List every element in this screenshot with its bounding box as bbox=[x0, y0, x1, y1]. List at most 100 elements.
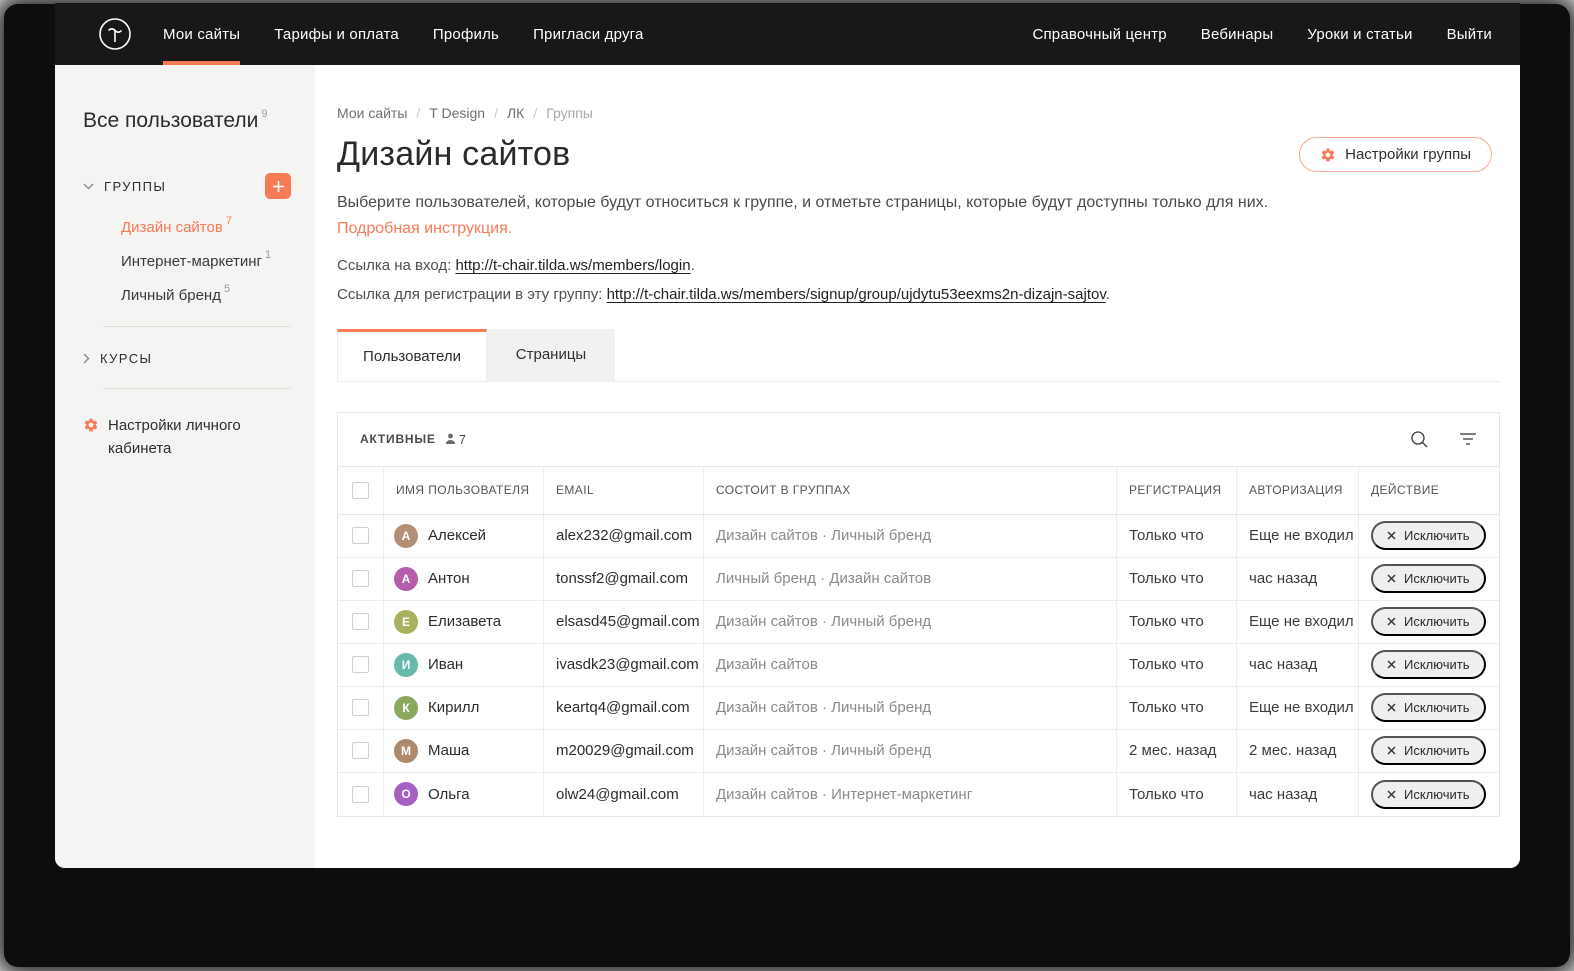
sidebar-all-users[interactable]: Все пользователи9 bbox=[83, 109, 291, 133]
exclude-button[interactable]: Исключить bbox=[1371, 521, 1486, 550]
tab-users[interactable]: Пользователи bbox=[337, 329, 487, 381]
avatar: А bbox=[394, 524, 418, 548]
exclude-label: Исключить bbox=[1404, 657, 1470, 672]
exclude-label: Исключить bbox=[1404, 571, 1470, 586]
close-icon bbox=[1387, 790, 1396, 799]
user-email: ivasdk23@gmail.com bbox=[544, 644, 704, 686]
exclude-button[interactable]: Исключить bbox=[1371, 693, 1486, 722]
nav-item-tariffs[interactable]: Тарифы и оплата bbox=[274, 3, 399, 65]
sidebar-item-group-marketing[interactable]: Интернет-маркетинг1 bbox=[121, 251, 291, 270]
group-settings-button[interactable]: Настройки группы bbox=[1299, 137, 1492, 172]
group-label: Дизайн сайтов bbox=[121, 219, 223, 236]
row-checkbox[interactable] bbox=[352, 742, 369, 759]
active-section-label: АКТИВНЫЕ bbox=[360, 432, 436, 446]
column-header-email: EMAIL bbox=[544, 467, 704, 514]
active-count: 7 bbox=[445, 432, 466, 447]
user-groups: Дизайн сайтов · Личный бренд bbox=[704, 687, 1117, 729]
signup-link-suffix: . bbox=[1106, 286, 1110, 303]
gear-icon bbox=[1320, 147, 1336, 163]
exclude-button[interactable]: Исключить bbox=[1371, 564, 1486, 593]
filter-button[interactable] bbox=[1459, 432, 1477, 446]
nav-item-logout[interactable]: Выйти bbox=[1447, 3, 1492, 65]
sidebar-item-group-design[interactable]: Дизайн сайтов7 bbox=[121, 217, 291, 236]
table-toolbar-icons bbox=[1410, 430, 1477, 449]
row-checkbox[interactable] bbox=[352, 613, 369, 630]
user-groups: Дизайн сайтов · Личный бренд bbox=[704, 730, 1117, 772]
main-content: Мои сайты / T Design / ЛК / Группы Дизай… bbox=[315, 65, 1520, 868]
exclude-label: Исключить bbox=[1404, 787, 1470, 802]
all-users-label: Все пользователи bbox=[83, 109, 258, 132]
exclude-button[interactable]: Исключить bbox=[1371, 780, 1486, 809]
add-group-button[interactable] bbox=[265, 173, 291, 199]
top-nav-bar: Мои сайты Тарифы и оплата Профиль Пригла… bbox=[55, 3, 1520, 65]
nav-item-lessons[interactable]: Уроки и статьи bbox=[1307, 3, 1412, 65]
user-name: Ольга bbox=[428, 786, 470, 803]
account-settings-label: Настройки личного кабинета bbox=[108, 415, 283, 460]
user-groups: Дизайн сайтов bbox=[704, 644, 1117, 686]
app-window: Мои сайты Тарифы и оплата Профиль Пригла… bbox=[55, 3, 1520, 868]
user-email: tonssf2@gmail.com bbox=[544, 558, 704, 600]
row-checkbox[interactable] bbox=[352, 656, 369, 673]
instruction-link[interactable]: Подробная инструкция. bbox=[337, 220, 512, 237]
active-count-number: 7 bbox=[459, 432, 466, 447]
search-button[interactable] bbox=[1410, 430, 1429, 449]
breadcrumb: Мои сайты / T Design / ЛК / Группы bbox=[337, 105, 1500, 121]
group-description: Выберите пользователей, которые будут от… bbox=[337, 190, 1337, 242]
signup-link-url[interactable]: http://t-chair.tilda.ws/members/signup/g… bbox=[607, 286, 1106, 303]
plus-icon bbox=[272, 180, 285, 193]
close-icon bbox=[1387, 746, 1396, 755]
breadcrumb-project[interactable]: T Design bbox=[429, 105, 485, 121]
table-toolbar: АКТИВНЫЕ 7 bbox=[338, 413, 1499, 467]
user-groups: Личный бренд · Дизайн сайтов bbox=[704, 558, 1117, 600]
tilda-logo[interactable] bbox=[95, 3, 135, 65]
column-header-authorization: АВТОРИЗАЦИЯ bbox=[1237, 467, 1359, 514]
user-email: elsasd45@gmail.com bbox=[544, 601, 704, 643]
nav-item-invite-friend[interactable]: Пригласи друга bbox=[533, 3, 644, 65]
nav-item-profile[interactable]: Профиль bbox=[433, 3, 499, 65]
row-checkbox[interactable] bbox=[352, 570, 369, 587]
sidebar-courses-header[interactable]: КУРСЫ bbox=[83, 351, 291, 366]
sidebar-item-account-settings[interactable]: Настройки личного кабинета bbox=[83, 415, 283, 460]
select-all-checkbox[interactable] bbox=[352, 482, 369, 499]
close-icon bbox=[1387, 660, 1396, 669]
tab-pages[interactable]: Страницы bbox=[487, 329, 615, 381]
close-icon bbox=[1387, 617, 1396, 626]
row-checkbox[interactable] bbox=[352, 699, 369, 716]
column-header-name: ИМЯ ПОЛЬЗОВАТЕЛЯ bbox=[384, 467, 544, 514]
avatar: М bbox=[394, 739, 418, 763]
exclude-button[interactable]: Исключить bbox=[1371, 607, 1486, 636]
exclude-label: Исключить bbox=[1404, 743, 1470, 758]
authorization-time: час назад bbox=[1237, 773, 1359, 816]
search-icon bbox=[1410, 430, 1429, 449]
user-name: Антон bbox=[428, 570, 470, 587]
chevron-right-icon bbox=[83, 353, 90, 364]
nav-item-help-center[interactable]: Справочный центр bbox=[1032, 3, 1166, 65]
column-header-groups: СОСТОИТ В ГРУППАХ bbox=[704, 467, 1117, 514]
user-groups: Дизайн сайтов · Личный бренд bbox=[704, 601, 1117, 643]
sidebar-groups-header[interactable]: ГРУППЫ bbox=[83, 173, 291, 199]
login-link-url[interactable]: http://t-chair.tilda.ws/members/login bbox=[455, 257, 690, 274]
table-row: ККирилл keartq4@gmail.com Дизайн сайтов … bbox=[338, 687, 1499, 730]
users-table-card: АКТИВНЫЕ 7 bbox=[337, 412, 1500, 817]
exclude-button[interactable]: Исключить bbox=[1371, 650, 1486, 679]
nav-item-webinars[interactable]: Вебинары bbox=[1201, 3, 1274, 65]
avatar: О bbox=[394, 782, 418, 806]
breadcrumb-members-area[interactable]: ЛК bbox=[507, 105, 524, 121]
user-name: Елизавета bbox=[428, 613, 501, 630]
group-label: Личный бренд bbox=[121, 287, 221, 304]
sidebar-item-group-brand[interactable]: Личный бренд5 bbox=[121, 285, 291, 304]
tilda-logo-icon bbox=[95, 14, 135, 54]
user-name: Кирилл bbox=[428, 699, 479, 716]
all-users-count: 9 bbox=[261, 108, 267, 120]
nav-item-my-sites[interactable]: Мои сайты bbox=[163, 3, 240, 65]
registration-time: Только что bbox=[1117, 773, 1237, 816]
column-header-registration: РЕГИСТРАЦИЯ bbox=[1117, 467, 1237, 514]
exclude-button[interactable]: Исключить bbox=[1371, 736, 1486, 765]
row-checkbox[interactable] bbox=[352, 786, 369, 803]
breadcrumb-separator: / bbox=[533, 105, 537, 121]
user-email: keartq4@gmail.com bbox=[544, 687, 704, 729]
row-checkbox[interactable] bbox=[352, 527, 369, 544]
breadcrumb-my-sites[interactable]: Мои сайты bbox=[337, 105, 407, 121]
table-row: ААлексей alex232@gmail.com Дизайн сайтов… bbox=[338, 515, 1499, 558]
gear-icon bbox=[83, 417, 99, 433]
